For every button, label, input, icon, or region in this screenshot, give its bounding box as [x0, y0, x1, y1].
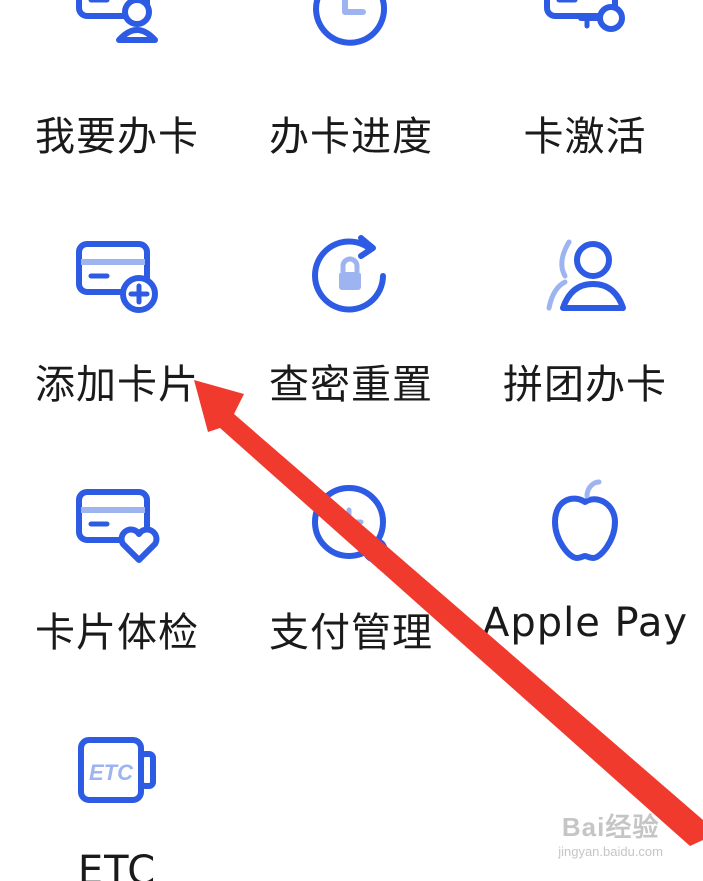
etc-icon-text: ETC: [89, 760, 134, 785]
menu-item-label: 卡片体检: [35, 610, 199, 656]
menu-item-apple-pay[interactable]: Apple Pay: [468, 0, 702, 646]
menu-item-label: 查密重置: [269, 362, 433, 408]
lock-refresh-icon: [301, 226, 401, 326]
payment-settings-icon: [301, 474, 401, 574]
menu-item-etc[interactable]: ETC ETC: [0, 0, 234, 881]
menu-item-payment-management[interactable]: 支付管理: [234, 0, 468, 656]
menu-item-label: 拼团办卡: [503, 362, 667, 408]
card-plus-icon: [67, 226, 167, 326]
card-heart-icon: [67, 474, 167, 574]
menu-item-label: ETC: [77, 848, 157, 881]
menu-item-label: 添加卡片: [35, 362, 199, 408]
watermark-logo: Bai经验 jingyan.baidu.com: [558, 807, 663, 859]
apple-icon: [535, 474, 635, 574]
menu-item-label: Apple Pay: [481, 600, 689, 646]
menu-item-label: 支付管理: [269, 610, 433, 656]
etc-card-icon: ETC: [67, 724, 167, 824]
watermark-main: Bai经验: [561, 812, 660, 842]
group-users-icon: [535, 226, 635, 326]
watermark-sub: jingyan.baidu.com: [558, 844, 663, 859]
